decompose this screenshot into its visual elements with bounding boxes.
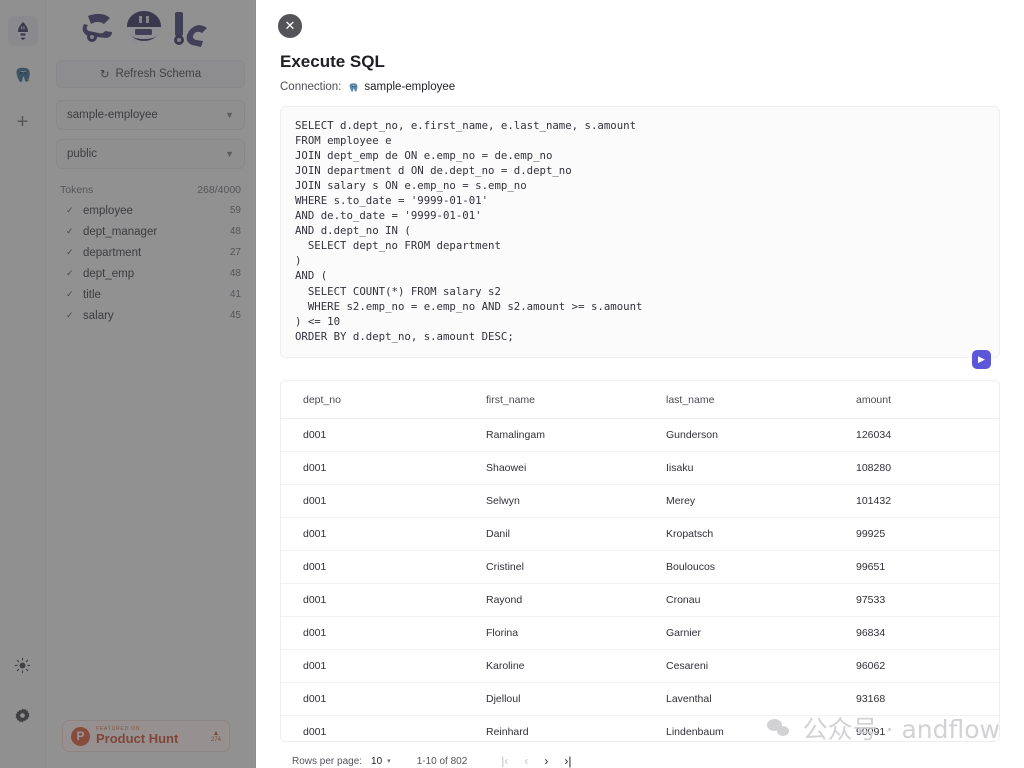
cell-first-name: Djelloul — [464, 682, 644, 717]
cell-dept-no: d001 — [281, 550, 464, 585]
cell-first-name: Danil — [464, 517, 644, 552]
table-row[interactable]: d001 Djelloul Laventhal 93168 — [281, 682, 999, 717]
column-header-amount[interactable]: amount — [834, 380, 999, 420]
cell-dept-no: d001 — [303, 726, 327, 739]
next-page-button[interactable]: › — [544, 754, 548, 768]
page-title: Execute SQL — [280, 51, 385, 71]
pagination-bar: Rows per page: 10 ▾ 1-10 of 802 |‹ ‹ › ›… — [280, 754, 1000, 768]
screen-root: + — [0, 0, 1024, 768]
connection-info: Connection: sample-employee — [280, 81, 1010, 94]
prev-page-button[interactable]: ‹ — [524, 754, 528, 768]
postgres-icon — [347, 81, 360, 94]
cell-last-name: Laventhal — [644, 682, 834, 717]
cell-last-name: Iisaku — [644, 451, 834, 486]
cell-dept-no: d001 — [281, 418, 464, 453]
cell-dept-no: d001 — [281, 616, 464, 651]
cell-last-name: Cesareni — [644, 649, 834, 684]
sql-editor[interactable]: SELECT d.dept_no, e.first_name, e.last_n… — [280, 105, 1000, 369]
table-row[interactable]: d001 Rayond Cronau 97533 — [281, 583, 999, 618]
cell-amount: 96062 — [834, 649, 999, 684]
cell-amount: 93168 — [834, 682, 999, 717]
cell-last-name: Merey — [644, 484, 834, 519]
execute-sql-modal: ✕ Execute SQL Connection: sample-employe… — [256, 0, 1024, 768]
sql-code[interactable]: SELECT d.dept_no, e.first_name, e.last_n… — [295, 118, 985, 344]
column-header-last-name[interactable]: last_name — [644, 380, 834, 420]
cell-first-name: Florina — [464, 616, 644, 651]
close-icon[interactable]: ✕ — [278, 14, 302, 38]
rows-per-page-select[interactable]: 10 ▾ — [371, 756, 391, 767]
cell-dept-no: d001 — [281, 451, 464, 486]
cell-last-name: Gunderson — [644, 418, 834, 453]
first-page-button[interactable]: |‹ — [501, 754, 508, 768]
results-table: dept_no first_name last_name amount d001… — [281, 380, 999, 741]
rows-per-page-label: Rows per page: — [292, 755, 363, 767]
cell-amount: 90091 — [856, 726, 886, 739]
table-row[interactable]: d001 Reinhard Lindenbaum 90091 — [281, 716, 999, 741]
cell-amount: 97533 — [834, 583, 999, 618]
cell-first-name: Karoline — [464, 649, 644, 684]
table-row[interactable]: d001 Florina Garnier 96834 — [281, 616, 999, 651]
cell-amount: 101432 — [834, 484, 999, 519]
pagination-buttons: |‹ ‹ › ›| — [501, 754, 571, 768]
table-header-row: dept_no first_name last_name amount — [281, 380, 999, 420]
table-row[interactable]: d001 Cristinel Bouloucos 99651 — [281, 550, 999, 585]
table-row[interactable]: d001 Selwyn Merey 101432 — [281, 484, 999, 519]
cell-dept-no: d001 — [281, 517, 464, 552]
cell-first-name: Ramalingam — [464, 418, 644, 453]
cell-last-name: Lindenbaum — [666, 726, 724, 739]
cell-amount: 126034 — [834, 418, 999, 453]
cell-first-name: Reinhard — [486, 726, 529, 739]
cell-dept-no: d001 — [281, 649, 464, 684]
cell-amount: 99651 — [834, 550, 999, 585]
table-row[interactable]: d001 Shaowei Iisaku 108280 — [281, 451, 999, 486]
rows-per-page-value: 10 — [371, 755, 383, 767]
cell-amount: 99925 — [834, 517, 999, 552]
chevron-down-icon: ▾ — [387, 758, 391, 765]
cell-first-name: Shaowei — [464, 451, 644, 486]
cell-first-name: Selwyn — [464, 484, 644, 519]
cell-amount: 108280 — [834, 451, 999, 486]
query-results: dept_no first_name last_name amount d001… — [280, 379, 1000, 742]
cell-first-name: Cristinel — [464, 550, 644, 585]
cell-last-name: Bouloucos — [644, 550, 834, 585]
run-query-button[interactable]: ▶ — [972, 349, 991, 369]
cell-last-name: Kropatsch — [644, 517, 834, 552]
cell-amount: 96834 — [834, 616, 999, 651]
last-page-button[interactable]: ›| — [564, 754, 571, 768]
connection-name: sample-employee — [364, 81, 456, 94]
cell-first-name: Rayond — [464, 583, 644, 618]
table-row[interactable]: d001 Karoline Cesareni 96062 — [281, 649, 999, 684]
column-header-first-name[interactable]: first_name — [464, 380, 644, 420]
column-header-dept-no[interactable]: dept_no — [281, 380, 464, 420]
connection-label: Connection: — [280, 81, 342, 94]
cell-last-name: Garnier — [644, 616, 834, 651]
results-body: d001 Ramalingam Gunderson 126034 d001 Sh… — [281, 418, 999, 741]
cell-last-name: Cronau — [644, 583, 834, 618]
cell-dept-no: d001 — [281, 583, 464, 618]
cell-dept-no: d001 — [281, 484, 464, 519]
table-row[interactable]: d001 Ramalingam Gunderson 126034 — [281, 418, 999, 453]
table-row[interactable]: d001 Danil Kropatsch 99925 — [281, 517, 999, 552]
pagination-range: 1-10 of 802 — [416, 755, 468, 767]
cell-dept-no: d001 — [281, 682, 464, 717]
